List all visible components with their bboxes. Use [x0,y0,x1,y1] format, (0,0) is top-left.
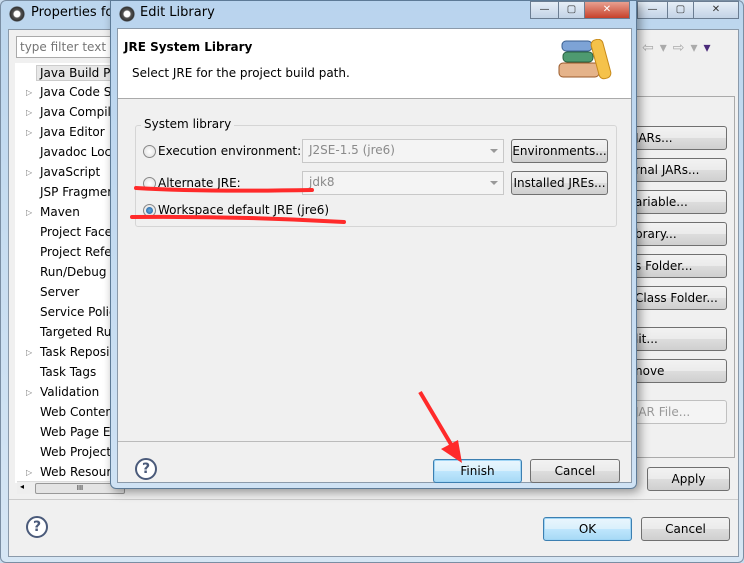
workspace-default-jre-label: Workspace default JRE (jre6) [158,203,330,217]
tree-item[interactable]: Java Build Pa [36,65,122,81]
expand-arrow-icon[interactable]: ▷ [26,348,32,357]
tree-item[interactable]: Run/Debug [40,265,107,279]
build-path-side-button[interactable]: rnal JARs... [630,158,727,182]
execution-environment-radio[interactable] [143,145,156,158]
maximize-button[interactable]: ▢ [667,1,694,19]
chevron-down-icon [490,149,498,153]
tree-item[interactable]: Javadoc Loc [40,145,111,159]
execution-environment-value: J2SE-1.5 (jre6) [309,143,395,157]
tree-item[interactable]: Validation [40,385,99,399]
tree-item[interactable]: Maven [40,205,80,219]
expand-arrow-icon[interactable]: ▷ [26,88,32,97]
build-path-side-button[interactable]: Class Folder... [630,286,727,310]
build-path-side-button[interactable]: JAR File... [630,400,727,424]
execution-environment-select[interactable]: J2SE-1.5 (jre6) [302,139,504,163]
build-path-side-button[interactable]: JARs... [630,126,727,150]
library-books-icon [558,39,612,80]
tree-item[interactable]: Task Tags [40,365,96,379]
close-button[interactable]: ✕ [693,1,739,19]
edit-library-dialog: Edit Library — ▢ ✕ JRE System Library Se… [110,0,637,489]
tree-item[interactable]: JavaScript [40,165,100,179]
horizontal-scrollbar[interactable]: ◂ III [17,481,125,494]
group-label: System library [141,117,235,131]
alternate-jre-value: jdk8 [309,175,335,189]
tree-item[interactable]: Web Conten [40,405,113,419]
apply-button[interactable]: Apply [647,467,730,491]
tree-item[interactable]: JSP Fragmer [40,185,112,199]
dialog-title: Edit Library [140,5,215,20]
dialog-minimize-button[interactable]: — [530,1,559,19]
build-path-side-button[interactable]: lit... [630,327,727,351]
dialog-close-button[interactable]: ✕ [584,1,630,19]
scroll-left-icon[interactable]: ◂ [20,482,24,491]
separator [9,499,738,500]
build-path-side-button[interactable]: brary... [630,222,727,246]
build-path-side-button[interactable]: s Folder... [630,254,727,278]
ok-button[interactable]: OK [543,517,632,541]
tree-item[interactable]: Java Compil [40,105,111,119]
tree-item[interactable]: Task Reposi [40,345,109,359]
minimize-button[interactable]: — [637,1,668,19]
installed-jres-button[interactable]: Installed JREs... [511,171,608,195]
cancel-button[interactable]: Cancel [530,459,620,483]
tree-item[interactable]: Web Project [40,445,111,459]
tree-item[interactable]: Java Code S [40,85,111,99]
expand-arrow-icon[interactable]: ▷ [26,108,32,117]
execution-environment-label: Execution environment: [158,144,302,158]
environments-button[interactable]: Environments... [511,139,608,163]
tree-item[interactable]: Project Refe [40,245,112,259]
tree-item[interactable]: Web Page E [40,425,110,439]
alternate-jre-label: Alternate JRE: [158,176,241,190]
alternate-jre-radio[interactable] [143,177,156,190]
properties-tree: Java Build Pa ▷ Java Code S ▷ Java Compil ▷ Ja… [15,63,122,483]
finish-button[interactable]: Finish [433,459,522,483]
tree-item[interactable]: Project Face [40,225,112,239]
help-icon[interactable]: ? [135,458,157,480]
eclipse-gear-icon [119,6,135,22]
properties-window-title: Properties for [31,5,119,20]
tree-item[interactable]: Java Editor [40,125,105,139]
dialog-client: JRE System Library Select JRE for the pr… [117,28,632,483]
separator [118,441,631,442]
build-path-side-button[interactable]: nove [630,359,727,383]
cancel-button[interactable]: Cancel [641,517,730,541]
nav-arrows-icon[interactable]: ⇦▾⇨▾▾ [642,40,717,56]
expand-arrow-icon[interactable]: ▷ [26,208,32,217]
alternate-jre-select[interactable]: jdk8 [302,171,504,195]
expand-arrow-icon[interactable]: ▷ [26,388,32,397]
tree-item[interactable]: Service Polic [40,305,116,319]
tree-item[interactable]: Targeted Ru [40,325,111,339]
header-description: Select JRE for the project build path. [132,66,350,80]
tree-item[interactable]: Server [40,285,79,299]
header-title: JRE System Library [124,40,253,54]
expand-arrow-icon[interactable]: ▷ [26,168,32,177]
expand-arrow-icon[interactable]: ▷ [26,468,32,477]
chevron-down-icon [490,181,498,185]
dialog-header: JRE System Library Select JRE for the pr… [118,29,631,99]
eclipse-gear-icon [9,6,25,22]
help-icon[interactable]: ? [26,516,48,538]
build-path-side-button[interactable]: ariable... [630,190,727,214]
expand-arrow-icon[interactable]: ▷ [26,128,32,137]
workspace-default-jre-radio[interactable] [143,204,156,217]
dialog-maximize-button[interactable]: ▢ [558,1,585,19]
tree-item[interactable]: Web Resour [40,465,111,479]
